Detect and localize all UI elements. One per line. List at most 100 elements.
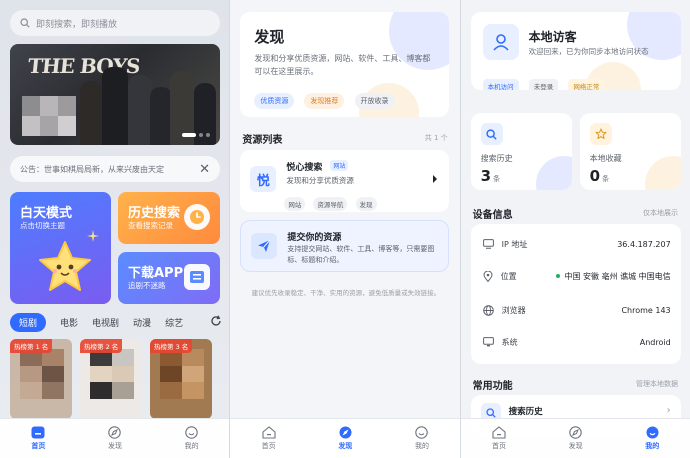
stat-value: 0 bbox=[589, 167, 601, 185]
nav-discover[interactable]: 发现 bbox=[551, 426, 601, 451]
history-search-tile[interactable]: 历史搜索 查看搜索记录 bbox=[118, 192, 220, 244]
submission-hint: 建议优先收录稳定、干净、实用的资源，避免低质量或失效链接。 bbox=[251, 289, 441, 297]
function-name: 搜索历史 bbox=[508, 407, 543, 417]
device-row-value: Chrome 143 bbox=[621, 305, 671, 315]
submit-resource-card[interactable]: 提交你的资源 支持提交网站、软件、工具、博客等，只需要图标、标题和介绍。 bbox=[240, 220, 450, 272]
stat-local-favorites[interactable]: 本地收藏 0条 bbox=[579, 113, 681, 190]
rank-badge: 热榜第 2 名 bbox=[80, 339, 123, 353]
nav-discover-label: 发现 bbox=[338, 442, 353, 450]
user-icon bbox=[482, 24, 519, 60]
nav-home-label: 首页 bbox=[491, 442, 506, 450]
nav-mine[interactable]: 我的 bbox=[627, 426, 677, 451]
profile-screen: 本地访客 欢迎回来，已为你同步本地访问状态 本机访问 未登录 网络正常 搜索历史… bbox=[460, 0, 690, 458]
chip-recommend: 发现推荐 bbox=[304, 93, 345, 109]
compass-icon bbox=[339, 426, 352, 439]
resource-type-badge: 网站 bbox=[330, 160, 349, 171]
history-title: 历史搜索 bbox=[128, 206, 181, 221]
nav-discover-label: 发现 bbox=[568, 442, 583, 450]
chip-network-ok: 网络正常 bbox=[568, 79, 605, 90]
resource-chip: 发现 bbox=[355, 197, 377, 211]
hero-banner[interactable]: THE BOYS bbox=[10, 44, 220, 145]
device-row-label: IP 地址 bbox=[501, 239, 528, 249]
section-title: 资源列表 bbox=[242, 135, 283, 146]
paper-plane-icon bbox=[251, 233, 278, 259]
chip-not-logged-in: 未登录 bbox=[528, 79, 559, 90]
compass-icon bbox=[108, 426, 122, 439]
nav-discover-label: 发现 bbox=[107, 442, 122, 450]
smile-icon bbox=[185, 426, 198, 439]
submit-title: 提交你的资源 bbox=[287, 233, 342, 243]
chevron-right-icon bbox=[433, 175, 438, 183]
blurred-region bbox=[22, 96, 76, 136]
home-icon bbox=[492, 426, 506, 439]
resource-description: 发现和分享优质资源 bbox=[286, 176, 354, 185]
tab-tv-series[interactable]: 电视剧 bbox=[92, 316, 119, 329]
stat-label: 搜索历史 bbox=[480, 154, 513, 163]
resource-logo: 悦 bbox=[250, 166, 277, 192]
search-input[interactable]: 即刻搜索，即刻播放 bbox=[10, 10, 220, 36]
resource-card[interactable]: 悦 悦心搜索 网站 发现和分享优质资源 网站 资源导航 发现 bbox=[240, 150, 450, 212]
discover-screen: 发现 发现和分享优质资源，网站、软件、工具、博客都可以在这里展示。 优质资源 发… bbox=[230, 0, 460, 458]
resource-name: 悦心搜索 bbox=[286, 163, 323, 173]
nav-mine[interactable]: 我的 bbox=[167, 426, 217, 451]
download-app-tile[interactable]: 下载APP 追剧不迷路 bbox=[118, 252, 220, 304]
device-row-value: Android bbox=[639, 337, 671, 347]
device-row-label: 位置 bbox=[500, 271, 517, 281]
bottom-nav: 首页 发现 我的 bbox=[230, 418, 460, 458]
nav-home[interactable]: 首页 bbox=[474, 426, 524, 451]
history-subtitle: 查看搜索记录 bbox=[128, 221, 173, 230]
poster-card[interactable]: 热榜第 1 名 bbox=[10, 339, 72, 419]
refresh-icon[interactable] bbox=[210, 315, 222, 327]
search-placeholder: 即刻搜索，即刻播放 bbox=[36, 19, 118, 30]
resource-chip: 资源导航 bbox=[313, 197, 348, 211]
announcement-bar: 公告：世事如棋局局新，从来兴废由天定 ✕ bbox=[10, 156, 220, 182]
download-app-title: 下载APP bbox=[128, 266, 184, 281]
discover-description: 发现和分享优质资源，网站、软件、工具、博客都可以在这里展示。 bbox=[254, 54, 431, 76]
stat-unit: 条 bbox=[493, 175, 501, 183]
visitor-card: 本地访客 欢迎回来，已为你同步本地访问状态 本机访问 未登录 网络正常 bbox=[470, 12, 681, 90]
nav-discover[interactable]: 发现 bbox=[320, 426, 370, 451]
visitor-name: 本地访客 bbox=[528, 30, 577, 44]
chip-quality: 优质资源 bbox=[254, 93, 295, 109]
day-mode-tile[interactable]: 白天模式 点击切换主题 bbox=[10, 192, 111, 304]
device-icon bbox=[482, 337, 494, 347]
device-info-card: IP 地址 36.4.187.207 位置 中国 安徽 亳州 谯城 中国电信 浏… bbox=[470, 224, 681, 364]
tab-short-drama[interactable]: 短剧 bbox=[10, 312, 47, 332]
nav-home[interactable]: 首页 bbox=[13, 426, 63, 451]
stat-search-history[interactable]: 搜索历史 3条 bbox=[470, 113, 572, 190]
sparkle-icon bbox=[87, 230, 99, 242]
search-icon bbox=[20, 18, 30, 28]
monitor-icon bbox=[482, 239, 494, 249]
star-mascot-icon bbox=[39, 241, 91, 291]
tab-movie[interactable]: 电影 bbox=[60, 316, 78, 329]
tab-anime[interactable]: 动漫 bbox=[133, 316, 151, 329]
chip-open: 开放收录 bbox=[354, 93, 395, 109]
functions-section-note[interactable]: 管理本地数据 bbox=[636, 379, 678, 389]
close-icon[interactable]: ✕ bbox=[199, 162, 210, 177]
blurred-region bbox=[20, 349, 64, 399]
day-mode-subtitle: 点击切换主题 bbox=[20, 221, 65, 230]
nav-mine[interactable]: 我的 bbox=[397, 426, 447, 451]
nav-home-label: 首页 bbox=[31, 442, 46, 450]
smile-icon bbox=[415, 426, 429, 439]
nav-mine-label: 我的 bbox=[184, 442, 199, 450]
chip-local-access: 本机访问 bbox=[482, 79, 519, 90]
category-tabs: 短剧 电影 电视剧 动漫 综艺 bbox=[10, 312, 222, 332]
poster-card[interactable]: 热榜第 3 名 bbox=[150, 339, 212, 419]
nav-discover[interactable]: 发现 bbox=[90, 426, 140, 451]
page-title: 发现 bbox=[254, 28, 285, 46]
discover-header-card: 发现 发现和分享优质资源，网站、软件、工具、博客都可以在这里展示。 优质资源 发… bbox=[240, 12, 450, 117]
carousel-dots[interactable] bbox=[182, 133, 210, 137]
blurred-region bbox=[90, 349, 134, 399]
visitor-description: 欢迎回来，已为你同步本地访问状态 bbox=[528, 47, 649, 56]
poster-card[interactable]: 热榜第 2 名 bbox=[80, 339, 142, 419]
device-row-system: 系统 Android bbox=[482, 334, 671, 350]
nav-home[interactable]: 首页 bbox=[244, 426, 294, 451]
tab-variety[interactable]: 综艺 bbox=[165, 316, 183, 329]
resource-chip: 网站 bbox=[284, 197, 306, 211]
device-section-title: 设备信息 bbox=[472, 210, 513, 221]
device-row-ip: IP 地址 36.4.187.207 bbox=[482, 236, 671, 252]
globe-icon bbox=[482, 304, 494, 316]
day-mode-title: 白天模式 bbox=[20, 206, 73, 221]
device-row-value: 中国 安徽 亳州 谯城 中国电信 bbox=[564, 271, 671, 281]
